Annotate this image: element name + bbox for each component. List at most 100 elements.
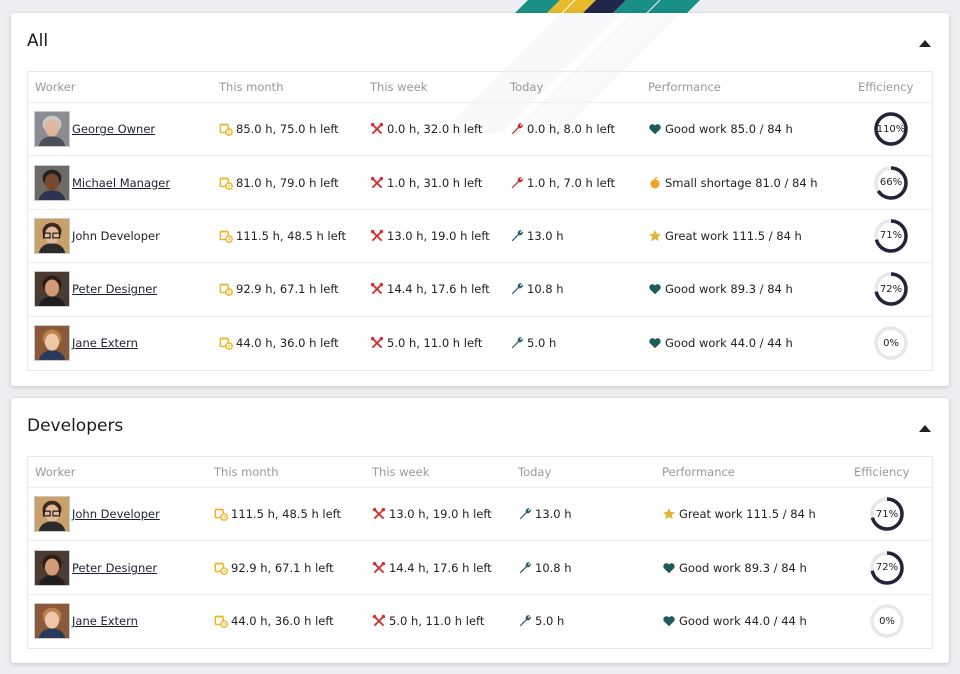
heart-icon	[648, 336, 662, 350]
tools-cross-icon	[370, 229, 384, 243]
week-cell: 13.0 h, 19.0 h left	[372, 488, 492, 540]
month-value: 92.9 h, 67.1 h left	[231, 560, 334, 575]
performance-cell: Small shortage 81.0 / 84 h	[648, 156, 818, 208]
performance-value: Good work 44.0 / 44 h	[679, 614, 807, 629]
performance-value: Good work 89.3 / 84 h	[679, 560, 807, 575]
wrench-red-icon	[510, 122, 524, 136]
performance-value: Good work 44.0 / 44 h	[665, 336, 793, 351]
table-row: Peter Designer 92.9 h, 67.1 h left 14.4 h,…	[28, 263, 932, 317]
header-decoration	[514, 0, 700, 14]
worker-name[interactable]: Peter Designer	[72, 561, 157, 575]
performance-cell: Good work 44.0 / 44 h	[662, 595, 807, 648]
week-cell: 5.0 h, 11.0 h left	[372, 595, 484, 648]
worker-cell: Jane Extern	[28, 595, 138, 648]
performance-cell: Great work 111.5 / 84 h	[648, 210, 802, 262]
chevron-up-icon	[919, 424, 931, 432]
week-cell: 14.4 h, 17.6 h left	[372, 541, 492, 593]
table-header: Worker This month This week Today Perfor…	[28, 72, 932, 103]
efficiency-ring: 71%	[872, 217, 910, 255]
wrench-icon	[510, 336, 524, 350]
efficiency-cell: 0%	[872, 317, 910, 370]
calendar-clock-icon	[219, 122, 233, 137]
column-this-month: This month	[219, 80, 284, 94]
month-value: 85.0 h, 75.0 h left	[236, 122, 339, 137]
performance-value: Good work 89.3 / 84 h	[665, 282, 793, 297]
month-value: 81.0 h, 79.0 h left	[236, 175, 339, 190]
avatar-john	[34, 496, 70, 533]
worker-name[interactable]: John Developer	[72, 507, 160, 521]
efficiency-cell: 0%	[868, 595, 906, 648]
today-cell: 5.0 h	[510, 317, 556, 370]
week-value: 13.0 h, 19.0 h left	[387, 228, 490, 243]
worker-cell: George Owner	[28, 103, 155, 155]
collapse-toggle[interactable]	[915, 36, 935, 50]
avatar-peter	[34, 271, 70, 308]
performance-value: Good work 85.0 / 84 h	[665, 122, 793, 137]
month-cell: 92.9 h, 67.1 h left	[219, 263, 339, 315]
column-worker: Worker	[35, 465, 76, 479]
tools-cross-icon	[370, 176, 384, 190]
calendar-clock-icon	[219, 336, 233, 351]
shortage-icon	[648, 176, 662, 190]
worker-name[interactable]: Jane Extern	[72, 614, 138, 628]
performance-cell: Good work 44.0 / 44 h	[648, 317, 793, 370]
tools-cross-icon	[370, 282, 384, 296]
calendar-clock-icon	[219, 282, 233, 297]
chevron-up-icon	[919, 39, 931, 47]
performance-value: Small shortage 81.0 / 84 h	[665, 175, 818, 190]
efficiency-value: 71%	[879, 230, 903, 242]
efficiency-ring: 66%	[872, 164, 910, 202]
month-value: 44.0 h, 36.0 h left	[236, 336, 339, 351]
table-row: Michael Manager 81.0 h, 79.0 h left 1.0 h,…	[28, 156, 932, 210]
efficiency-value: 0%	[879, 615, 895, 627]
wrench-icon	[518, 561, 532, 575]
week-value: 1.0 h, 31.0 h left	[387, 175, 483, 190]
calendar-clock-icon	[214, 614, 228, 629]
worker-name[interactable]: Peter Designer	[72, 282, 157, 296]
today-value: 13.0 h	[527, 228, 564, 243]
month-cell: 111.5 h, 48.5 h left	[219, 210, 346, 262]
wrench-icon	[510, 229, 524, 243]
column-efficiency: Efficiency	[854, 465, 910, 479]
worker-cell: John Developer	[28, 210, 160, 262]
efficiency-value: 72%	[875, 562, 899, 574]
month-cell: 81.0 h, 79.0 h left	[219, 156, 339, 208]
table-header: Worker This month This week Today Perfor…	[28, 457, 932, 488]
worker-name[interactable]: Michael Manager	[72, 176, 170, 190]
section-title: Developers	[27, 416, 124, 436]
table-row: George Owner 85.0 h, 75.0 h left 0.0 h, 32…	[28, 103, 932, 157]
heart-icon	[648, 122, 662, 136]
column-performance: Performance	[662, 465, 735, 479]
star-icon	[648, 229, 662, 243]
tools-cross-icon	[372, 614, 386, 628]
today-cell: 13.0 h	[510, 210, 564, 262]
today-cell: 1.0 h, 7.0 h left	[510, 156, 615, 208]
efficiency-ring: 0%	[868, 602, 906, 640]
wrench-icon	[510, 282, 524, 296]
efficiency-value: 71%	[875, 508, 899, 520]
week-cell: 0.0 h, 32.0 h left	[370, 103, 482, 155]
section-card-developers: Developers Worker This month This week T…	[11, 398, 949, 663]
column-worker: Worker	[35, 80, 76, 94]
worker-cell: John Developer	[28, 488, 160, 540]
today-value: 0.0 h, 8.0 h left	[527, 122, 616, 137]
efficiency-cell: 110%	[872, 103, 910, 155]
worker-name[interactable]: George Owner	[72, 122, 155, 136]
week-value: 13.0 h, 19.0 h left	[389, 507, 492, 522]
avatar-john	[34, 217, 70, 254]
tools-cross-icon	[372, 561, 386, 575]
worker-cell: Peter Designer	[28, 263, 157, 315]
efficiency-cell: 71%	[868, 488, 906, 540]
collapse-toggle[interactable]	[915, 421, 935, 435]
week-cell: 13.0 h, 19.0 h left	[370, 210, 490, 262]
section-title: All	[27, 31, 49, 51]
efficiency-ring: 71%	[868, 495, 906, 533]
worker-name[interactable]: Jane Extern	[72, 336, 138, 350]
tools-cross-icon	[372, 507, 386, 521]
workers-table: Worker This month This week Today Perfor…	[27, 71, 933, 371]
wrench-red-icon	[510, 176, 524, 190]
avatar-michael	[34, 164, 70, 201]
performance-value: Great work 111.5 / 84 h	[679, 507, 816, 522]
month-value: 111.5 h, 48.5 h left	[231, 507, 342, 522]
efficiency-value: 110%	[876, 123, 906, 135]
